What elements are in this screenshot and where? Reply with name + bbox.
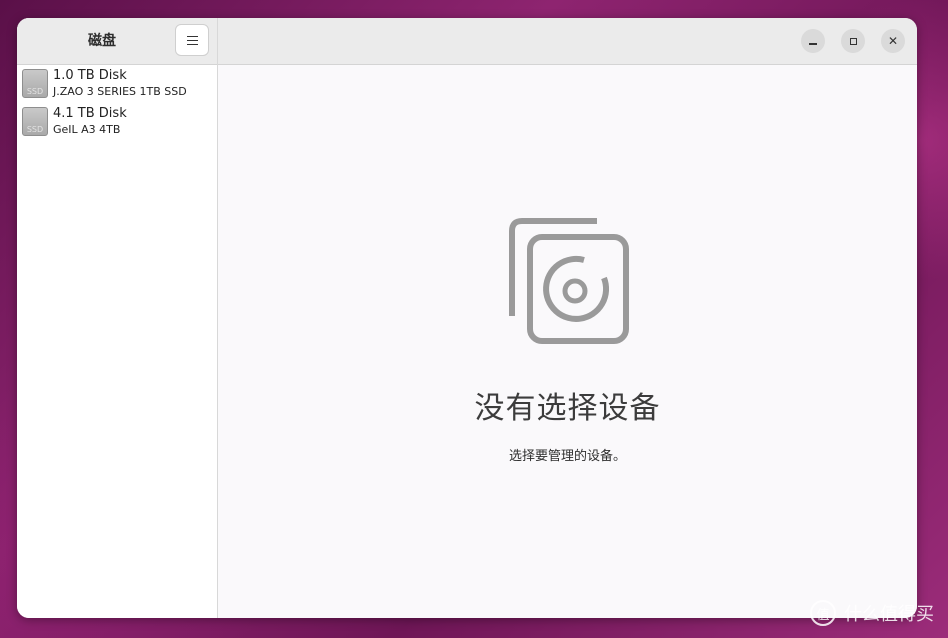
maximize-button[interactable]	[841, 29, 865, 53]
disk-model: J.ZAO 3 SERIES 1TB SSD	[53, 85, 187, 98]
ssd-icon: SSD	[22, 107, 48, 136]
close-icon: ✕	[887, 34, 899, 48]
close-button[interactable]: ✕	[881, 29, 905, 53]
disk-list-item[interactable]: SSD 1.0 TB Disk J.ZAO 3 SERIES 1TB SSD	[17, 65, 217, 103]
disk-list: SSD 1.0 TB Disk J.ZAO 3 SERIES 1TB SSD S…	[17, 65, 217, 141]
watermark: 值 什么值得买	[810, 600, 934, 626]
header-bar: ✕	[218, 18, 917, 65]
watermark-logo-icon: 值	[810, 600, 836, 626]
disk-name: 4.1 TB Disk	[53, 106, 127, 121]
main-menu-button[interactable]	[175, 24, 209, 56]
sidebar-header: 磁盘	[17, 18, 217, 65]
watermark-text: 什么值得买	[844, 604, 934, 625]
minimize-icon	[809, 43, 817, 45]
main-content: 没有选择设备 选择要管理的设备。	[218, 65, 917, 618]
disks-window: 磁盘 SSD 1.0 TB Disk J.ZAO 3 SERIES 1TB SS…	[17, 18, 917, 618]
sidebar: 磁盘 SSD 1.0 TB Disk J.ZAO 3 SERIES 1TB SS…	[17, 18, 218, 618]
empty-state-description: 选择要管理的设备。	[508, 449, 626, 464]
ssd-icon-label: SSD	[26, 87, 44, 96]
disk-model: GeIL A3 4TB	[53, 123, 121, 136]
disk-list-item[interactable]: SSD 4.1 TB Disk GeIL A3 4TB	[17, 103, 217, 141]
ssd-icon: SSD	[22, 69, 48, 98]
empty-state-title: 没有选择设备	[474, 391, 661, 426]
maximize-icon	[849, 37, 857, 45]
disk-placeholder-icon	[509, 218, 629, 344]
minimize-button[interactable]	[801, 29, 825, 53]
hamburger-menu-icon	[186, 35, 198, 45]
disk-name: 1.0 TB Disk	[53, 68, 127, 83]
ssd-icon-label: SSD	[26, 125, 44, 134]
